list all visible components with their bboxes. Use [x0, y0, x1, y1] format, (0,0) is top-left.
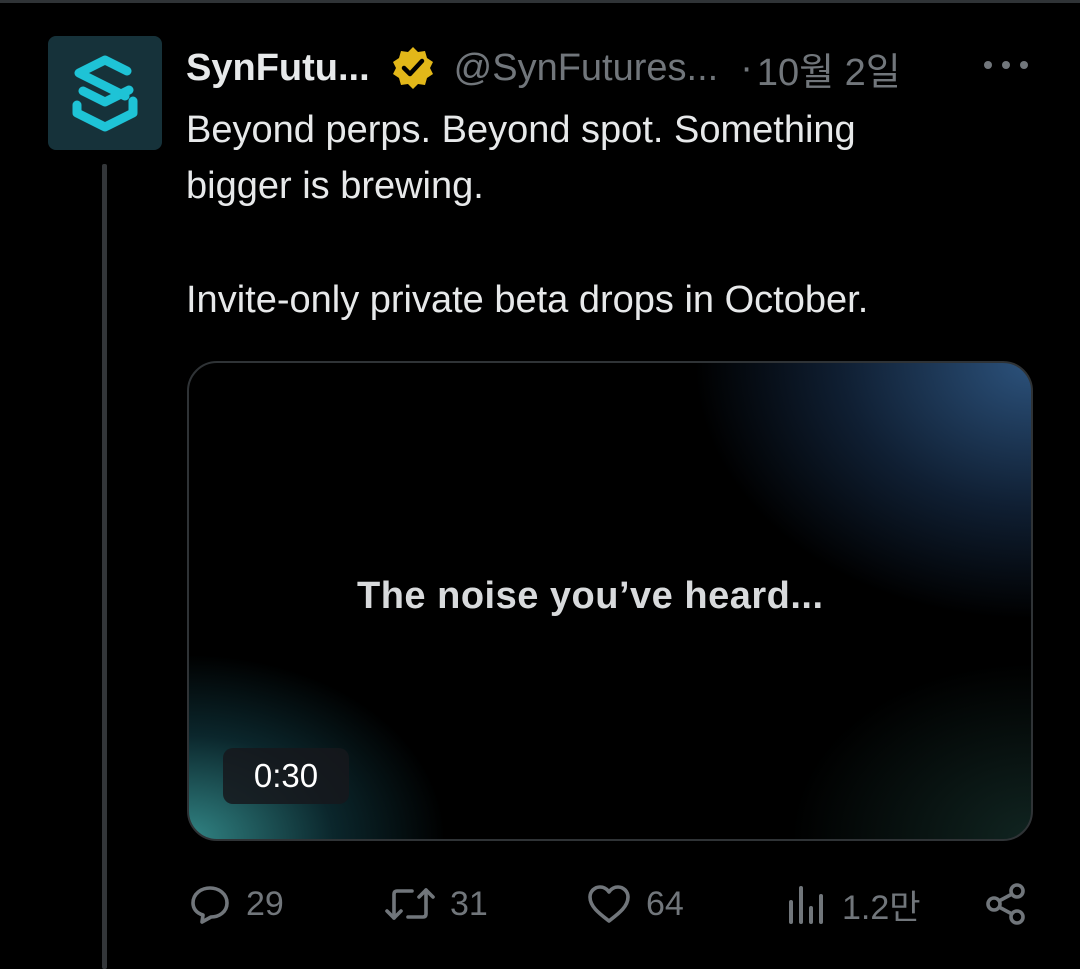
tweet-header: SynFutu... @SynFutures... · 10월 2일: [186, 40, 901, 96]
share-icon: [986, 883, 1025, 925]
like-button[interactable]: 64: [586, 876, 684, 932]
tweet-text: Beyond perps. Beyond spot. Something big…: [186, 102, 1046, 328]
views-count: 1.2만: [842, 888, 921, 927]
video-player[interactable]: The noise you’ve heard... 0:30: [187, 361, 1033, 841]
repost-count: 31: [450, 884, 488, 923]
top-divider: [0, 0, 1080, 3]
repost-icon: [385, 888, 435, 920]
more-horizontal-icon[interactable]: [984, 50, 1028, 80]
display-name[interactable]: SynFutu...: [186, 47, 370, 90]
tweet-text-line: bigger is brewing.: [186, 165, 484, 207]
separator-dot: ·: [740, 46, 753, 89]
share-button[interactable]: [984, 876, 1028, 932]
like-count: 64: [646, 884, 684, 923]
video-caption: The noise you’ve heard...: [357, 575, 824, 617]
tweet-text-line: Beyond perps. Beyond spot. Something: [186, 109, 856, 151]
views-icon: [789, 886, 823, 924]
user-handle[interactable]: @SynFutures...: [454, 47, 719, 90]
heart-icon: [588, 885, 630, 923]
reply-button[interactable]: 29: [188, 876, 284, 932]
reply-icon: [191, 886, 229, 924]
thread-connector-line: [102, 164, 107, 969]
reply-count: 29: [246, 884, 284, 923]
tweet-text-line: Invite-only private beta drops in Octobe…: [186, 279, 869, 321]
verified-badge-icon[interactable]: [390, 45, 436, 91]
synfutures-logo-icon: [72, 55, 138, 132]
post-date[interactable]: 10월 2일: [757, 41, 901, 96]
views-button[interactable]: 1.2만: [786, 876, 921, 932]
video-duration-badge: 0:30: [223, 748, 349, 804]
repost-button[interactable]: 31: [384, 876, 488, 932]
avatar[interactable]: [48, 36, 162, 150]
